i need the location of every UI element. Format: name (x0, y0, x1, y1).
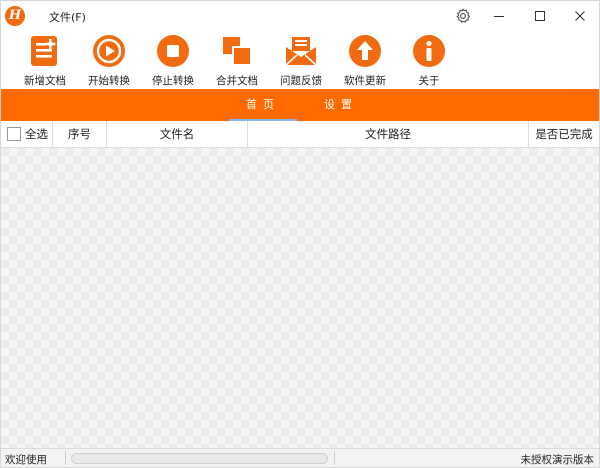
select-all-label: 全选 (25, 127, 48, 141)
start-convert-label: 开始转换 (88, 75, 130, 87)
select-all-checkbox[interactable] (7, 126, 21, 141)
add-document-label: 新增文档 (24, 75, 66, 87)
progress-bar (71, 453, 328, 464)
about-label: 关于 (418, 75, 440, 87)
title-bar: H 文件(F) (1, 1, 599, 31)
mail-icon (285, 37, 317, 66)
app-logo: H (5, 6, 25, 26)
column-header-completed[interactable]: 是否已完成 (529, 121, 599, 147)
about-button[interactable]: 关于 (397, 34, 461, 88)
feedback-label: 问题反馈 (280, 75, 322, 87)
merge-icon (223, 37, 252, 66)
status-text: 欢迎使用 (5, 454, 47, 466)
column-header-seq[interactable]: 序号 (53, 121, 107, 147)
column-header-filename[interactable]: 文件名 (107, 121, 248, 147)
stop-icon (157, 35, 189, 67)
status-divider (334, 451, 335, 465)
select-all-cell[interactable]: 全选 (1, 121, 53, 147)
toolbar: 新增文档 开始转换 停止转换 合并文档 问题反馈 软件更新 关于 (1, 31, 599, 89)
minimize-button[interactable] (487, 7, 511, 25)
column-header-filepath[interactable]: 文件路径 (248, 121, 529, 147)
merge-document-label: 合并文档 (216, 75, 258, 87)
tab-home[interactable]: 首页 (229, 89, 297, 121)
feedback-button[interactable]: 问题反馈 (269, 34, 333, 88)
app-window: H 文件(F) 新增文档 开始转换 停止转换 合并文档 问题反馈 软件更新 关于… (0, 0, 600, 468)
tab-bar: 首页 设置 (1, 89, 599, 121)
tab-settings[interactable]: 设置 (307, 89, 375, 121)
start-convert-button[interactable]: 开始转换 (77, 34, 141, 88)
maximize-button[interactable] (528, 7, 552, 25)
software-update-label: 软件更新 (344, 75, 386, 87)
stop-convert-button[interactable]: 停止转换 (141, 34, 205, 88)
table-header: 全选 序号 文件名 文件路径 是否已完成 (1, 121, 599, 148)
merge-document-button[interactable]: 合并文档 (205, 34, 269, 88)
status-bar: 欢迎使用 未授权演示版本 (1, 448, 599, 467)
software-update-button[interactable]: 软件更新 (333, 34, 397, 88)
close-button[interactable] (568, 7, 592, 25)
file-list-area[interactable] (1, 148, 599, 448)
menu-file[interactable]: 文件(F) (49, 9, 86, 25)
status-divider (65, 451, 66, 465)
settings-icon[interactable] (454, 7, 472, 25)
info-icon (413, 35, 445, 67)
add-document-button[interactable]: 新增文档 (13, 34, 77, 88)
upload-icon (349, 35, 381, 67)
add-doc-icon (31, 36, 57, 66)
license-status: 未授权演示版本 (520, 454, 595, 466)
play-icon (93, 35, 125, 67)
stop-convert-label: 停止转换 (152, 75, 194, 87)
